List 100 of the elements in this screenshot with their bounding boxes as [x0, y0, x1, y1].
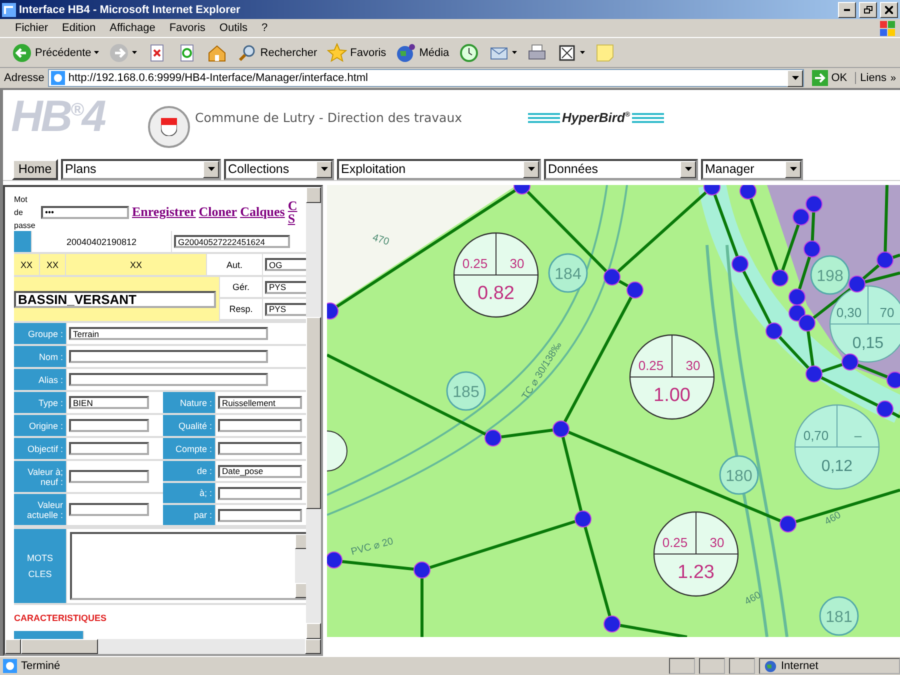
text-field[interactable]: Ruissellement — [218, 396, 302, 409]
action-link[interactable]: S — [288, 212, 298, 225]
toolbar-button[interactable]: Rechercher — [233, 40, 322, 66]
node-marker — [327, 302, 338, 320]
menu-item[interactable]: Fichier — [8, 22, 56, 34]
field-label: Alias : — [38, 374, 63, 384]
status-text: Terminé — [21, 660, 62, 672]
node-marker — [626, 282, 644, 298]
field-label: Nature : — [180, 398, 212, 408]
field-label: Valeur à; neuf : — [26, 466, 63, 486]
text-field[interactable]: OG — [265, 258, 306, 271]
restore-button[interactable] — [859, 2, 877, 18]
plan-label: 460 — [823, 510, 843, 528]
node-marker — [806, 366, 822, 382]
caret-icon — [792, 76, 799, 80]
code-text: XX — [130, 260, 142, 270]
text-field[interactable] — [218, 419, 302, 432]
action-link[interactable]: Cloner — [198, 204, 238, 220]
name-field[interactable]: BASSIN_VERSANT — [14, 290, 216, 308]
globe-icon — [396, 42, 416, 62]
menu-item[interactable]: Edition — [55, 22, 103, 34]
text-field[interactable]: Terrain — [69, 327, 268, 340]
address-field[interactable]: http://192.168.0.6:9999/HB4-Interface/Manager/interface.html — [48, 69, 804, 87]
more-chevron[interactable]: » — [890, 72, 896, 84]
nav-dropdown[interactable]: Manager — [701, 158, 803, 180]
code-text: XX — [20, 260, 32, 270]
caret-icon — [132, 51, 138, 54]
nav-dropdown[interactable]: Plans — [61, 158, 221, 180]
status-pane — [729, 658, 755, 674]
node-marker — [780, 516, 796, 532]
menu-item[interactable]: Favoris — [162, 22, 212, 34]
text-field[interactable]: Date_pose — [218, 464, 302, 478]
toolbar-button[interactable]: Favoris — [323, 40, 390, 66]
arrow-icon — [812, 70, 828, 86]
node-marker — [798, 314, 816, 332]
caret-icon — [528, 167, 534, 171]
edit-icon — [557, 42, 578, 62]
parcel-circle — [810, 255, 850, 295]
minimize-icon — [844, 8, 850, 10]
search-icon — [237, 42, 258, 62]
node-marker — [552, 420, 570, 438]
node-marker — [514, 185, 530, 194]
parcel-number: 198 — [816, 268, 844, 285]
toolbar-button[interactable]: Précédente — [8, 40, 104, 66]
code-field[interactable]: G20040527222451624 — [174, 235, 290, 248]
text-field[interactable]: PYS — [265, 280, 306, 294]
brand-logo: HyperBird$^{®}$ — [562, 110, 630, 125]
dropdown-button[interactable] — [787, 70, 804, 86]
nav-dropdown[interactable]: Données — [544, 158, 698, 180]
node-marker — [806, 196, 822, 212]
home-button[interactable]: Home — [12, 158, 58, 180]
close-button[interactable] — [880, 2, 898, 18]
text-field[interactable]: BIEN — [69, 396, 149, 409]
text-field[interactable] — [69, 419, 149, 432]
field-label: Objectif : — [27, 444, 63, 454]
node-marker — [766, 322, 782, 340]
action-link[interactable]: Enregistrer — [132, 204, 196, 220]
menu-item[interactable]: Affichage — [102, 22, 162, 34]
nav-dropdown[interactable]: Collections — [224, 158, 334, 180]
node-marker — [604, 616, 620, 632]
action-link[interactable]: C — [288, 199, 298, 212]
home-icon — [207, 42, 228, 62]
menu-item[interactable]: ? — [254, 22, 275, 34]
circle-value: 0.25 — [462, 256, 488, 271]
node-marker — [886, 372, 900, 388]
action-link[interactable]: Calques — [240, 204, 285, 220]
vertical-scrollbar[interactable] — [306, 187, 321, 639]
close-icon — [885, 6, 893, 14]
field-label: de : — [196, 466, 212, 476]
toolbar-button[interactable]: Média — [392, 40, 454, 66]
address-label: Adresse — [4, 72, 44, 84]
page-icon — [3, 659, 17, 673]
go-button[interactable]: OK — [808, 65, 852, 91]
text-field[interactable] — [69, 350, 268, 363]
text-field[interactable]: PYS — [265, 302, 306, 316]
text-field[interactable] — [218, 442, 302, 455]
field-label: Resp. — [229, 304, 253, 314]
text-field[interactable] — [218, 508, 302, 522]
field-label: Gér. — [232, 282, 250, 292]
nav-dropdown[interactable]: Exploitation — [337, 158, 541, 180]
menu-item[interactable]: Outils — [212, 22, 255, 34]
text-field[interactable] — [218, 486, 302, 500]
minimize-button[interactable] — [838, 2, 856, 18]
text-field[interactable] — [69, 442, 149, 455]
node-marker — [842, 354, 858, 370]
caret-icon — [208, 167, 214, 171]
horizontal-scrollbar[interactable] — [5, 639, 321, 654]
status-pane — [669, 658, 695, 674]
password-field[interactable]: ••• — [41, 206, 129, 218]
circle-value: 0,70 — [803, 428, 829, 443]
plan-label: PVC ⌀ 20 — [350, 536, 395, 558]
text-field[interactable] — [69, 503, 149, 516]
status-pane — [699, 658, 725, 674]
text-field[interactable] — [69, 470, 149, 483]
caret-icon — [790, 167, 796, 171]
node-marker — [327, 552, 342, 568]
field-label: Valeur actuelle : — [26, 500, 63, 520]
links-label[interactable]: Liens — [855, 72, 886, 84]
text-field[interactable] — [69, 373, 268, 386]
security-zone: Internet — [759, 658, 900, 674]
